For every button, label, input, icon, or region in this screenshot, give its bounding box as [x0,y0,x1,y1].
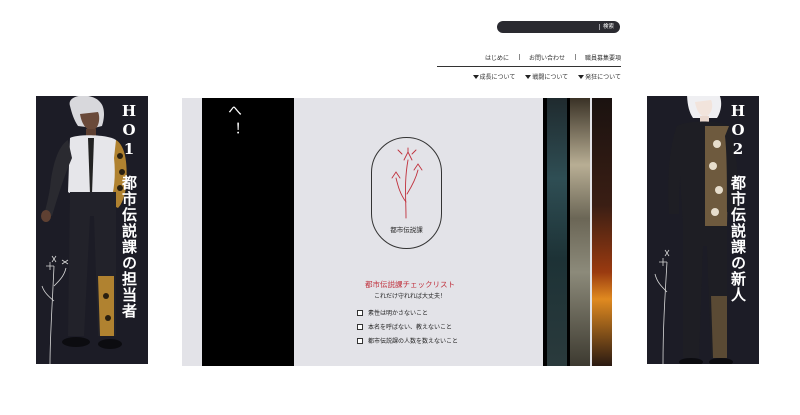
primary-nav: はじめに お問い合わせ 職員募集要項 [437,53,621,62]
nav-dropdown-combat[interactable]: 戦闘について [525,72,568,81]
search-button[interactable]: 検索 [598,21,614,33]
nav-dropdown-label: 戦闘について [532,74,569,81]
banner-dark-strip [202,98,294,366]
checkbox[interactable] [357,337,363,344]
checklist-item: 素性は明かさないこと [357,308,428,317]
checklist-item: 都市伝説課の人数を数えないこと [357,336,458,345]
checkbox[interactable] [357,309,363,316]
checkbox[interactable] [357,323,363,330]
ho1-character-panel[interactable]: HO1 都市伝説課の担当者 [36,96,148,364]
checklist-subtitle: これだけ守れれば大丈夫！ [373,293,446,300]
slide-thumbnail-3[interactable] [592,98,612,366]
nav-dropdown-madness[interactable]: 発狂について [578,72,621,81]
checklist-item-label: 都市伝説課の人数を数えないこと [368,338,459,345]
nav-link-recruit[interactable]: 職員募集要項 [574,53,621,62]
welcome-line-1: ようこそ！ [266,8,282,103]
welcome-line-2: 迷冥市役所 [246,8,262,103]
checklist-item-label: 本名を呼ばない、教えないこと [368,324,453,331]
checklist-title: 都市伝説課チェックリスト [365,280,455,289]
ho2-title: HO2 都市伝説課の新人 [729,102,747,303]
nav-dropdown-label: 発狂について [585,74,621,81]
triangle-down-icon [525,75,532,79]
welcome-line-3: 都市伝説課へ！ [226,8,242,141]
secondary-nav: 成長について 戦闘について 発狂について [437,72,621,81]
checklist-item-label: 素性は明かさないこと [368,310,429,317]
checklist-item: 本名を呼ばない、教えないこと [357,322,452,331]
triangle-down-icon [472,75,479,79]
ho1-title: HO1 都市伝説課の担当者 [120,102,138,319]
slide-thumbnail-1[interactable] [547,98,567,366]
triangle-down-icon [578,75,585,79]
nav-link-intro[interactable]: はじめに [475,53,519,62]
emblem-label: 都市伝説課 [390,226,423,234]
nav-divider [437,66,621,67]
nav-link-contact[interactable]: お問い合わせ [518,53,575,62]
search-input[interactable] [497,21,593,33]
ho2-character-panel[interactable]: HO2 都市伝説課の新人 [647,96,759,364]
nav-dropdown-label: 成長について [479,74,516,81]
search-bar: 検索 [497,21,620,33]
nav-dropdown-growth[interactable]: 成長について [472,72,516,81]
slide-thumbnail-2[interactable] [570,98,590,366]
